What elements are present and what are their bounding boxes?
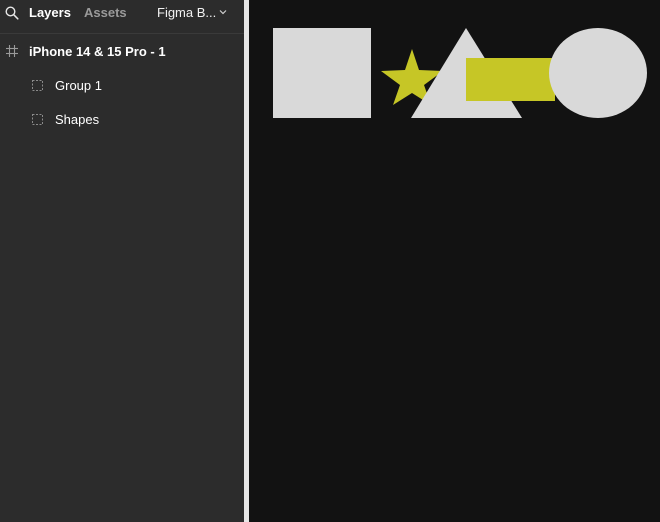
design-canvas[interactable] xyxy=(249,0,660,522)
layer-label: iPhone 14 & 15 Pro - 1 xyxy=(29,44,166,59)
rectangle-shape[interactable] xyxy=(466,58,555,101)
group-icon xyxy=(32,114,43,125)
layer-row-frame[interactable]: iPhone 14 & 15 Pro - 1 xyxy=(0,40,244,64)
chevron-down-icon[interactable] xyxy=(219,9,227,15)
frame-icon xyxy=(6,45,18,57)
tab-layers[interactable]: Layers xyxy=(29,5,71,21)
page-selector[interactable]: Figma B... xyxy=(157,5,216,21)
tab-assets[interactable]: Assets xyxy=(84,5,127,21)
layer-row-shapes[interactable]: Shapes xyxy=(0,108,244,132)
ellipse-shape[interactable] xyxy=(549,28,647,118)
search-icon[interactable] xyxy=(5,6,19,20)
layer-label: Shapes xyxy=(55,112,100,127)
square-shape[interactable] xyxy=(273,28,371,118)
group-icon xyxy=(32,80,43,91)
layer-label: Group 1 xyxy=(55,78,102,93)
layers-panel: Layers Assets Figma B... iPhone 14 & 15 … xyxy=(0,0,244,522)
canvas-artwork xyxy=(273,28,647,118)
figma-app: Layers Assets Figma B... iPhone 14 & 15 … xyxy=(0,0,660,522)
layer-row-group-1[interactable]: Group 1 xyxy=(0,74,244,98)
panel-header: Layers Assets Figma B... xyxy=(0,0,244,34)
